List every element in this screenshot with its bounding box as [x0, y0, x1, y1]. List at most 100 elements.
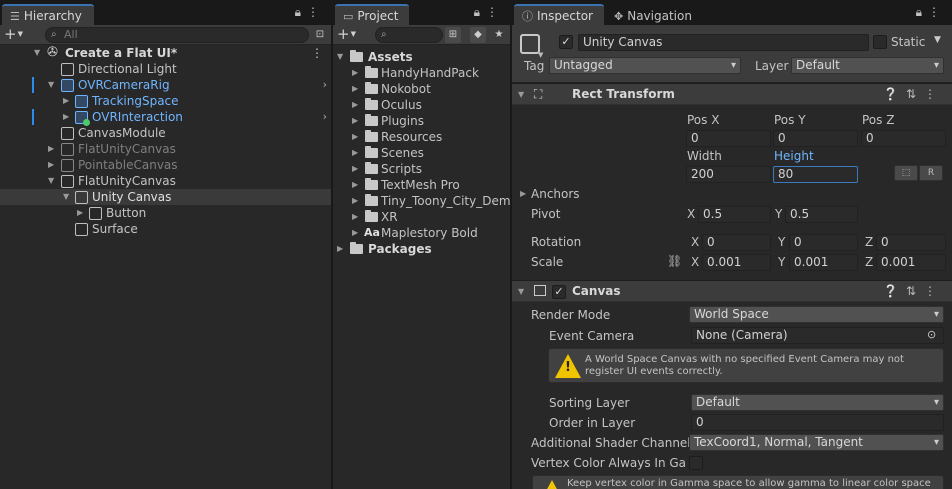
hierarchy-row[interactable]: Surface [0, 221, 331, 237]
fold-arrow-icon[interactable]: ▶ [352, 113, 362, 129]
project-folder[interactable]: ▶ Oculus [333, 97, 510, 113]
active-checkbox[interactable]: ✓ [559, 35, 573, 49]
hierarchy-row[interactable]: ▶ PointableCanvas [0, 157, 331, 173]
scale-z-field[interactable]: 0.001 [876, 254, 946, 271]
create-asset-button[interactable]: +▼ [337, 26, 356, 43]
more-menu-icon[interactable]: ⋮ [307, 5, 325, 19]
rect-transform-header[interactable]: ▼ ⛶ Rect Transform ❔⇅⋮ [512, 83, 952, 105]
fold-arrow-icon[interactable]: ▶ [352, 161, 362, 177]
tab-project[interactable]: ▭ Project [335, 4, 409, 25]
pivot-x-field[interactable]: 0.5 [698, 206, 771, 223]
presets-icon[interactable]: ⇅ [906, 87, 924, 101]
pos-z-field[interactable]: 0 [861, 130, 946, 147]
help-icon[interactable]: ❔ [883, 284, 906, 298]
render-mode-dropdown[interactable]: World Space [689, 306, 944, 323]
pos-x-field[interactable]: 0 [686, 130, 771, 147]
tag-dropdown[interactable]: Untagged [549, 57, 741, 74]
hierarchy-row[interactable]: ▶ TrackingSpace [0, 93, 331, 109]
fold-arrow-icon[interactable]: ▶ [352, 177, 362, 193]
fold-arrow-icon[interactable]: ▶ [352, 225, 362, 241]
project-folder[interactable]: ▶ Nokobot [333, 81, 510, 97]
fold-arrow-icon[interactable]: ▶ [352, 129, 362, 145]
lock-icon[interactable]: 🔒︎ [295, 5, 307, 19]
project-folder[interactable]: ▶ Scenes [333, 145, 510, 161]
anchors-fold-icon[interactable]: ▶ [520, 189, 530, 198]
fold-arrow-icon[interactable]: ▶ [63, 109, 73, 125]
fold-arrow-icon[interactable]: ▼ [48, 173, 58, 189]
project-folder[interactable]: ▶ HandyHandPack [333, 65, 510, 81]
rotation-z-field[interactable]: 0 [876, 234, 946, 251]
fold-arrow-icon[interactable]: ▶ [77, 205, 87, 221]
static-dropdown-icon[interactable]: ▼ [934, 35, 941, 45]
dropdown-caret-icon[interactable]: ▼ [538, 51, 543, 59]
raw-edit-button[interactable]: R [919, 165, 943, 181]
static-checkbox[interactable] [873, 35, 887, 49]
blueprint-mode-button[interactable]: ⬚ [894, 165, 918, 181]
width-field[interactable]: 200 [686, 166, 771, 183]
fold-arrow-icon[interactable]: ▼ [518, 90, 528, 99]
fold-arrow-icon[interactable]: ▶ [48, 157, 58, 173]
fold-arrow-icon[interactable]: ▶ [352, 97, 362, 113]
scale-x-field[interactable]: 0.001 [702, 254, 771, 271]
scene-visibility-icon[interactable]: ⊡ [312, 27, 328, 43]
project-row-assets[interactable]: ▼ Assets [333, 49, 510, 65]
scale-y-field[interactable]: 0.001 [789, 254, 858, 271]
project-search-input[interactable]: ⌕ [375, 27, 443, 43]
fold-arrow-icon[interactable]: ▶ [352, 65, 362, 81]
favorite-icon[interactable]: ★ [491, 27, 507, 43]
pivot-y-field[interactable]: 0.5 [785, 206, 858, 223]
shader-channels-dropdown[interactable]: TexCoord1, Normal, Tangent [689, 434, 944, 451]
lock-icon[interactable]: 🔒︎ [474, 5, 486, 19]
rotation-x-field[interactable]: 0 [702, 234, 771, 251]
project-font-asset[interactable]: ▶ Aa Maplestory Bold [333, 225, 510, 241]
scene-menu-icon[interactable]: ⋮ [311, 45, 323, 61]
fold-arrow-icon[interactable]: ▼ [63, 189, 73, 205]
hierarchy-search-input[interactable]: ⌕ All [45, 27, 309, 43]
more-menu-icon[interactable]: ⋮ [928, 5, 946, 19]
lock-icon[interactable]: 🔒︎ [916, 5, 928, 19]
help-icon[interactable]: ❔ [883, 87, 906, 101]
project-folder[interactable]: ▶ Tiny_Toony_City_Demo [333, 193, 510, 209]
link-icon[interactable]: ⛓ [667, 254, 682, 268]
fold-arrow-icon[interactable]: ▶ [337, 241, 347, 257]
canvas-header[interactable]: ▼ ✓ Canvas ❔⇅⋮ [512, 280, 952, 302]
panel-splitter[interactable] [331, 0, 333, 489]
add-object-button[interactable]: +▼ [4, 26, 23, 43]
fold-arrow-icon[interactable]: ▶ [352, 209, 362, 225]
project-folder[interactable]: ▶ XR [333, 209, 510, 225]
panel-splitter[interactable] [510, 0, 512, 489]
component-menu-icon[interactable]: ⋮ [924, 284, 944, 298]
tab-hierarchy[interactable]: ☰ Hierarchy [2, 4, 94, 25]
fold-arrow-icon[interactable]: ▼ [518, 287, 528, 296]
project-row-packages[interactable]: ▶ Packages [333, 241, 510, 257]
project-folder[interactable]: ▶ Resources [333, 129, 510, 145]
rotation-y-field[interactable]: 0 [789, 234, 858, 251]
hierarchy-row-selected[interactable]: ▼ Unity Canvas [0, 189, 331, 205]
project-folder[interactable]: ▶ Scripts [333, 161, 510, 177]
hierarchy-row[interactable]: Directional Light [0, 61, 331, 77]
search-by-label-icon[interactable]: ◆ [470, 27, 486, 43]
hierarchy-row[interactable]: ▶ FlatUnityCanvas [0, 141, 331, 157]
tab-inspector[interactable]: ⓘ Inspector [514, 4, 604, 25]
hierarchy-row[interactable]: CanvasModule [0, 125, 331, 141]
search-by-type-icon[interactable]: ⊞ [445, 27, 461, 43]
component-menu-icon[interactable]: ⋮ [924, 87, 944, 101]
order-in-layer-field[interactable]: 0 [691, 414, 944, 431]
layer-dropdown[interactable]: Default [791, 57, 944, 74]
fold-arrow-icon[interactable]: ▶ [48, 141, 58, 157]
fold-arrow-icon[interactable]: ▶ [352, 145, 362, 161]
hierarchy-row[interactable]: ▼ FlatUnityCanvas [0, 173, 331, 189]
hierarchy-row[interactable]: ▼ ✇ Create a Flat UI* ⋮ [0, 45, 331, 61]
fold-arrow-icon[interactable]: ▶ [352, 193, 362, 209]
vertex-color-checkbox[interactable] [689, 456, 703, 470]
presets-icon[interactable]: ⇅ [906, 284, 924, 298]
object-picker-icon[interactable]: ⊙ [927, 328, 936, 341]
project-folder[interactable]: ▶ Plugins [333, 113, 510, 129]
fold-arrow-icon[interactable]: ▶ [63, 93, 73, 109]
canvas-enabled-checkbox[interactable]: ✓ [552, 285, 566, 299]
fold-arrow-icon[interactable]: ▼ [34, 45, 44, 61]
object-name-field[interactable]: Unity Canvas [578, 34, 869, 51]
chevron-right-icon[interactable]: › [323, 77, 327, 93]
sorting-layer-dropdown[interactable]: Default [691, 394, 944, 411]
pos-y-field[interactable]: 0 [773, 130, 858, 147]
